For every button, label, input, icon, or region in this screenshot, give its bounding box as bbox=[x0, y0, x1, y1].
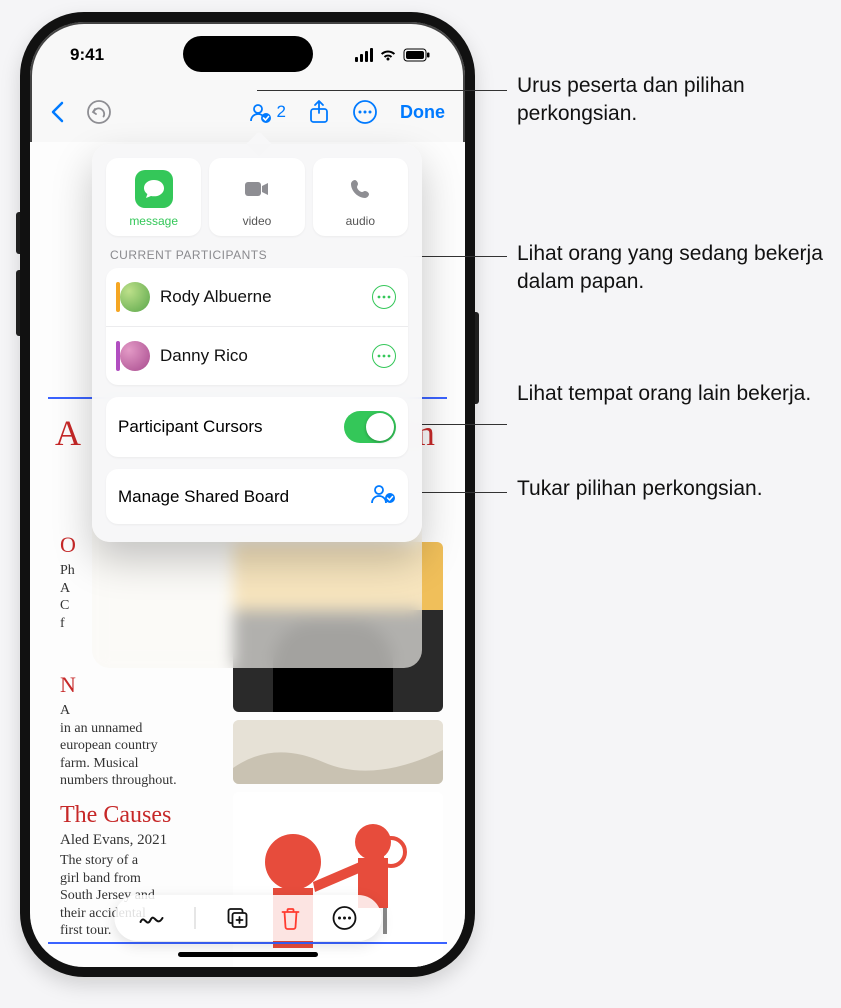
audio-label: audio bbox=[346, 214, 375, 228]
participant-row[interactable]: Danny Rico bbox=[106, 326, 408, 385]
home-indicator[interactable] bbox=[178, 952, 318, 957]
avatar bbox=[120, 282, 150, 312]
status-time: 9:41 bbox=[70, 45, 104, 65]
participants-list: Rody Albuerne Danny Rico bbox=[106, 268, 408, 385]
more-tool-button[interactable] bbox=[331, 905, 357, 931]
dynamic-island bbox=[183, 36, 313, 72]
divider bbox=[194, 907, 195, 929]
board-image[interactable] bbox=[233, 720, 443, 784]
avatar bbox=[120, 341, 150, 371]
collaborate-icon bbox=[370, 483, 396, 510]
share-button[interactable] bbox=[308, 99, 330, 125]
collaborate-button[interactable]: 2 bbox=[247, 99, 286, 125]
wifi-icon bbox=[379, 48, 397, 62]
message-icon bbox=[135, 170, 173, 208]
participant-cursors-row: Participant Cursors bbox=[106, 397, 408, 457]
participant-row[interactable]: Rody Albuerne bbox=[106, 268, 408, 326]
participant-more-button[interactable] bbox=[372, 285, 396, 309]
participant-more-button[interactable] bbox=[372, 344, 396, 368]
participant-cursors-label: Participant Cursors bbox=[118, 417, 344, 437]
manage-shared-board-label: Manage Shared Board bbox=[118, 487, 362, 507]
battery-icon bbox=[403, 48, 431, 62]
message-button[interactable]: message bbox=[106, 158, 201, 236]
video-icon bbox=[238, 170, 276, 208]
participants-header: CURRENT PARTICIPANTS bbox=[110, 248, 404, 262]
handwriting: N bbox=[60, 672, 76, 698]
top-toolbar: 2 Done bbox=[30, 90, 465, 134]
audio-button[interactable]: audio bbox=[313, 158, 408, 236]
done-button[interactable]: Done bbox=[400, 102, 445, 123]
undo-button[interactable] bbox=[86, 99, 112, 125]
callout-text: Lihat orang yang sedang bekerja dalam pa… bbox=[517, 240, 837, 297]
collaboration-popover: message video audio CURRENT PARTICIPANTS bbox=[92, 144, 422, 542]
bottom-tool-pill bbox=[114, 895, 381, 941]
add-item-button[interactable] bbox=[225, 906, 249, 930]
participant-name: Danny Rico bbox=[160, 346, 362, 366]
back-button[interactable] bbox=[50, 101, 64, 123]
draw-tool-button[interactable] bbox=[138, 908, 164, 928]
divider-line bbox=[48, 942, 447, 944]
video-button[interactable]: video bbox=[209, 158, 304, 236]
participant-count: 2 bbox=[277, 102, 286, 122]
phone-icon bbox=[341, 170, 379, 208]
iphone-frame: 9:41 2 bbox=[20, 12, 475, 977]
callout-text: Lihat tempat orang lain bekerja. bbox=[517, 380, 837, 408]
participant-cursors-toggle[interactable] bbox=[344, 411, 396, 443]
handwriting: A bbox=[55, 412, 81, 454]
manage-shared-board-button[interactable]: Manage Shared Board bbox=[106, 469, 408, 524]
handwriting: O bbox=[60, 532, 76, 558]
delete-button[interactable] bbox=[279, 906, 301, 930]
video-label: video bbox=[243, 214, 272, 228]
callout-text: Tukar pilihan perkongsian. bbox=[517, 475, 837, 503]
more-button[interactable] bbox=[352, 99, 378, 125]
handwriting: A in an unnamed european country farm. M… bbox=[60, 702, 200, 790]
handwriting: The Causes bbox=[60, 802, 171, 829]
cellular-icon bbox=[355, 48, 373, 62]
callout-text: Urus peserta dan pilihan perkongsian. bbox=[517, 72, 837, 129]
handwriting: Aled Evans, 2021 bbox=[60, 832, 167, 849]
message-label: message bbox=[129, 214, 178, 228]
participant-name: Rody Albuerne bbox=[160, 287, 362, 307]
